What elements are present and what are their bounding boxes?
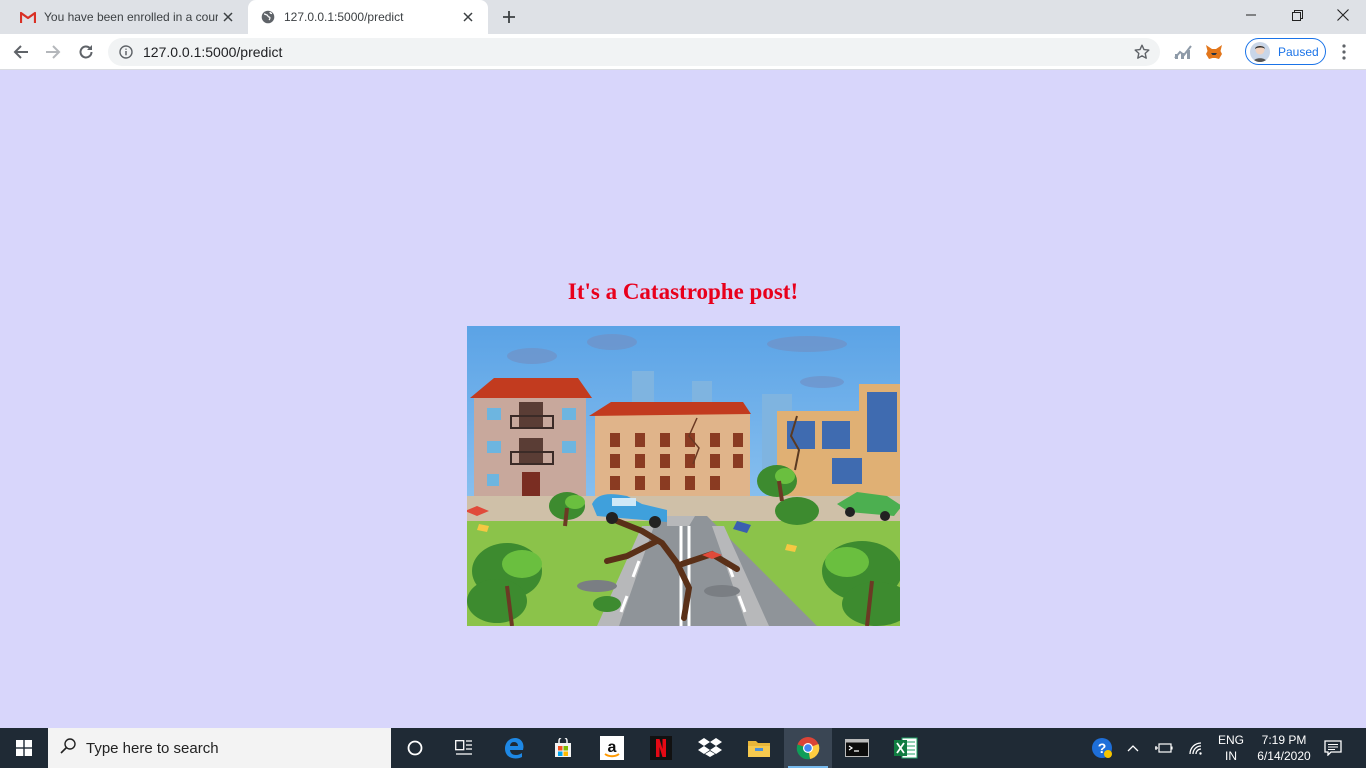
close-window-icon[interactable] (1320, 0, 1366, 30)
tab-title: 127.0.0.1:5000/predict (284, 10, 404, 24)
close-tab-icon[interactable] (218, 7, 238, 27)
profile-button[interactable]: Paused (1245, 38, 1326, 65)
microsoft-store-icon[interactable] (539, 728, 587, 768)
language-indicator[interactable]: ENG IN (1212, 732, 1250, 764)
netflix-icon[interactable] (637, 728, 685, 768)
file-explorer-icon[interactable] (735, 728, 783, 768)
language-code: ENG (1217, 733, 1244, 747)
forward-arrow-icon[interactable] (40, 39, 66, 65)
profile-status-label: Paused (1278, 44, 1319, 59)
tab-title: You have been enrolled in a cour (44, 10, 218, 24)
restore-icon[interactable] (1274, 0, 1320, 30)
metamask-fox-icon[interactable] (1204, 42, 1224, 62)
system-clock[interactable]: 7:19 PM 6/14/2020 (1246, 732, 1322, 764)
tab-predict[interactable]: 127.0.0.1:5000/predict (248, 0, 488, 34)
globe-icon (260, 9, 276, 25)
amazon-icon[interactable]: a (588, 728, 636, 768)
bookmark-star-icon[interactable] (1134, 44, 1150, 60)
region-code: IN (1225, 749, 1237, 763)
tab-strip: You have been enrolled in a cour 127.0.0… (0, 0, 1366, 34)
more-menu-icon[interactable] (1334, 42, 1354, 62)
help-icon[interactable]: ? (1088, 728, 1116, 768)
new-tab-icon[interactable] (498, 6, 520, 28)
notifications-icon[interactable] (1320, 728, 1346, 768)
task-view-icon[interactable] (440, 728, 488, 768)
reload-icon[interactable] (73, 39, 99, 65)
windows-taskbar: Type here to search a ? ENG IN 7:19 PM 6… (0, 728, 1366, 768)
minimize-icon[interactable] (1228, 0, 1274, 30)
info-icon[interactable] (118, 44, 134, 60)
avatar (1250, 41, 1270, 62)
cortana-icon[interactable] (391, 728, 439, 768)
wifi-icon[interactable] (1184, 728, 1208, 768)
terminal-icon[interactable] (833, 728, 881, 768)
search-icon (60, 737, 76, 759)
back-arrow-icon[interactable] (8, 39, 34, 65)
tab-gmail[interactable]: You have been enrolled in a cour (8, 0, 248, 34)
browser-toolbar: 127.0.0.1:5000/predict Paused (0, 34, 1366, 70)
result-heading: It's a Catastrophe post! (567, 279, 799, 304)
extension-chart-icon[interactable] (1173, 42, 1193, 62)
url-text: 127.0.0.1:5000/predict (143, 44, 283, 60)
chevron-up-icon[interactable] (1122, 728, 1144, 768)
chrome-icon[interactable] (784, 728, 832, 768)
windows-start-icon[interactable] (0, 728, 48, 768)
close-tab-icon[interactable] (458, 7, 478, 27)
edge-icon[interactable] (490, 728, 538, 768)
svg-text:a: a (608, 739, 617, 756)
clock-date: 6/14/2020 (1257, 749, 1311, 763)
address-bar[interactable]: 127.0.0.1:5000/predict (108, 38, 1160, 66)
excel-icon[interactable] (882, 728, 930, 768)
clock-time: 7:19 PM (1261, 733, 1307, 747)
catastrophe-illustration (467, 326, 900, 626)
battery-icon[interactable] (1152, 728, 1176, 768)
dropbox-icon[interactable] (686, 728, 734, 768)
search-placeholder: Type here to search (86, 739, 219, 757)
page-content: It's a Catastrophe post! (0, 71, 1366, 728)
taskbar-search-box[interactable]: Type here to search (48, 728, 391, 768)
gmail-icon (20, 9, 36, 25)
